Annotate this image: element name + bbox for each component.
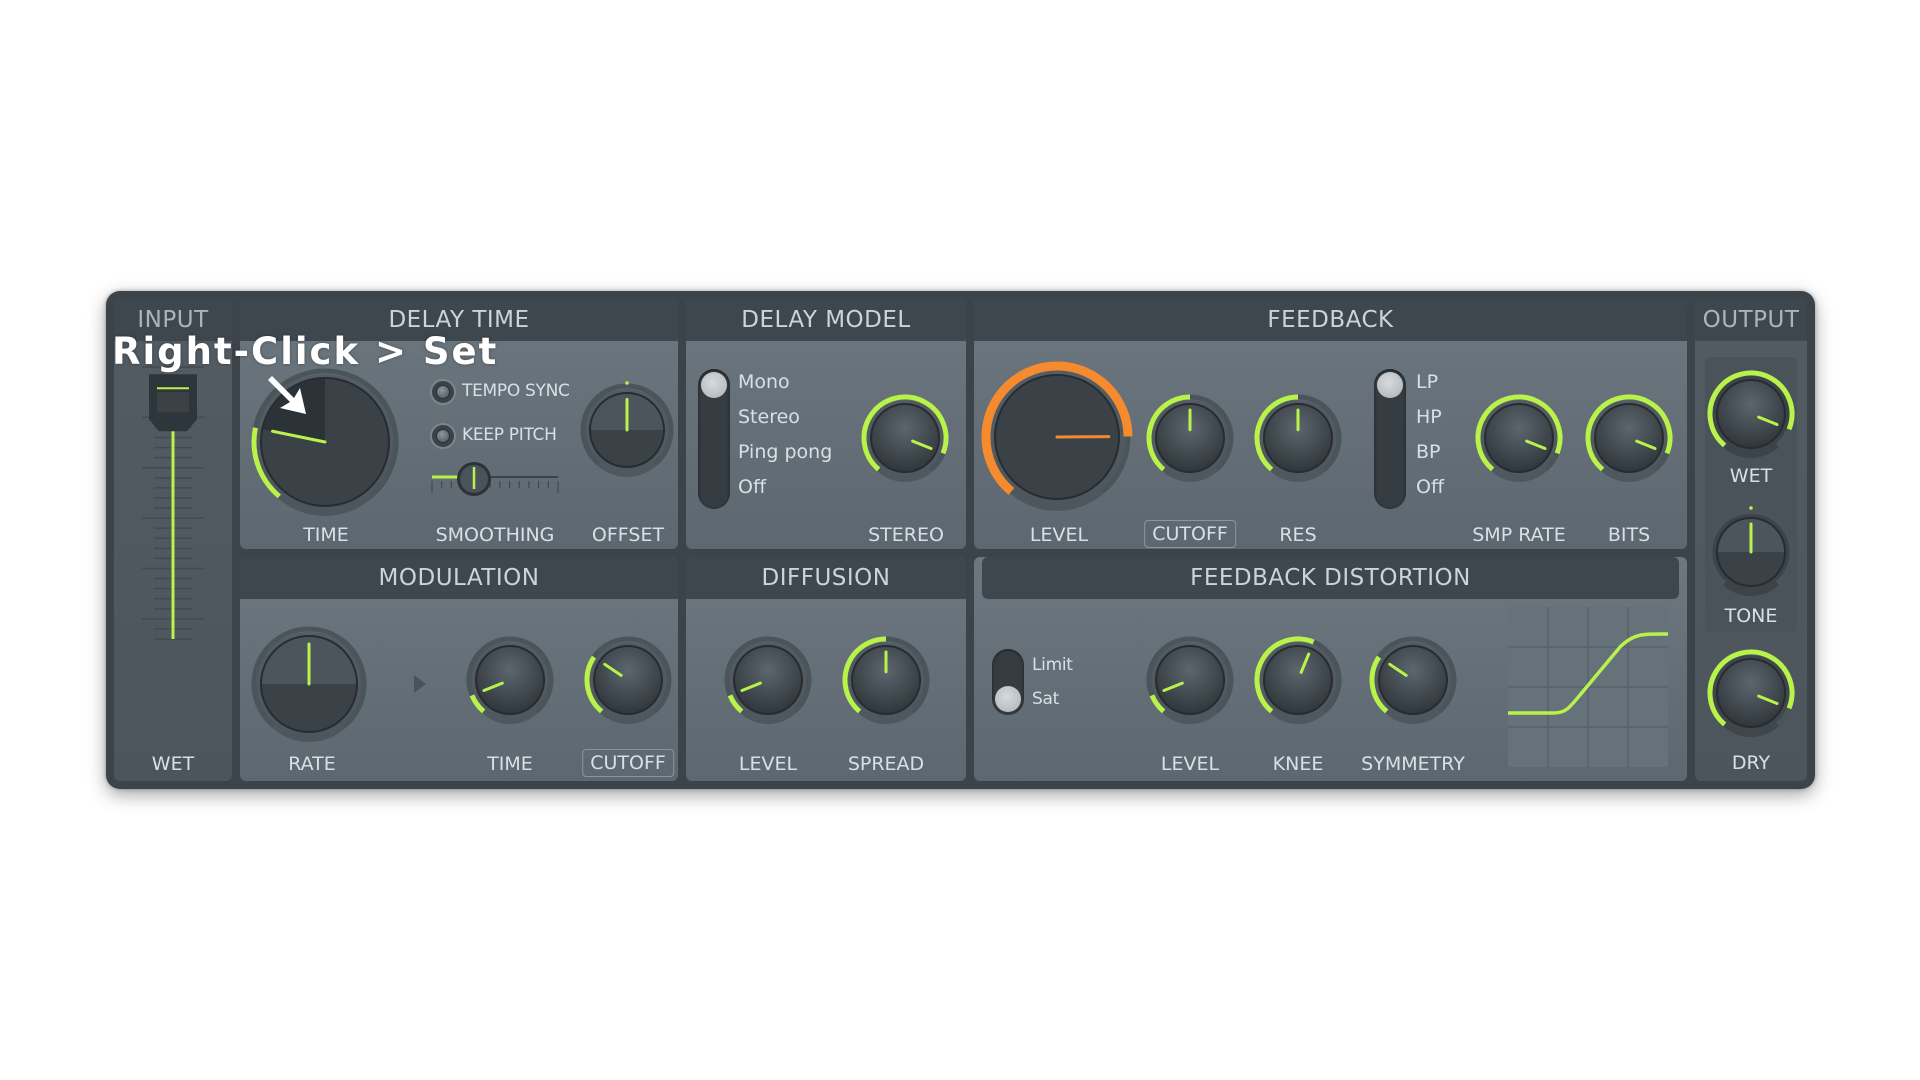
input-wet-label: WET bbox=[151, 753, 195, 775]
keep-pitch-label: KEEP PITCH bbox=[462, 425, 557, 445]
knob-body bbox=[1380, 647, 1446, 713]
bits-label: BITS bbox=[1607, 524, 1651, 546]
output-dry-knob[interactable] bbox=[1706, 648, 1796, 738]
delay-time-label: TIME bbox=[303, 524, 349, 546]
tone-knob[interactable] bbox=[1706, 506, 1796, 597]
knob-body bbox=[1718, 381, 1784, 447]
smoothing-thumb[interactable] bbox=[457, 462, 491, 496]
delay-model-option-off[interactable]: Off bbox=[738, 476, 766, 498]
tempo-sync-radio[interactable] bbox=[430, 379, 456, 405]
filter-option-lp[interactable]: LP bbox=[1416, 371, 1438, 393]
modulation-section: MODULATION RATE TIME CUTOFF bbox=[240, 557, 678, 781]
knob-body bbox=[735, 647, 801, 713]
delay-model-option-stereo[interactable]: Stereo bbox=[738, 406, 800, 428]
distortion-mode-switch[interactable] bbox=[992, 649, 1024, 715]
diffusion-header: DIFFUSION bbox=[686, 557, 966, 599]
output-wet-label: WET bbox=[1729, 465, 1773, 487]
feedback-res-knob[interactable] bbox=[1253, 393, 1343, 483]
smoothing-ticks bbox=[431, 481, 559, 493]
smp-rate-knob[interactable] bbox=[1474, 393, 1564, 483]
offset-knob[interactable] bbox=[579, 381, 675, 478]
feedback-level-knob[interactable] bbox=[981, 361, 1133, 512]
tone-label: TONE bbox=[1724, 605, 1778, 627]
knob-body bbox=[1718, 660, 1784, 726]
delay-model-option-ping-pong[interactable]: Ping pong bbox=[738, 441, 832, 463]
feedback-cutoff-knob[interactable] bbox=[1145, 393, 1235, 483]
filter-option-off[interactable]: Off bbox=[1416, 476, 1444, 498]
delay-model-switch-dot[interactable] bbox=[701, 372, 727, 398]
feedback-res-label: RES bbox=[1279, 524, 1317, 546]
diffusion-level-label: LEVEL bbox=[738, 753, 798, 775]
delay-model-section: DELAY MODEL Mono Stereo Ping pong Off ST… bbox=[686, 299, 966, 549]
diffusion-level-knob[interactable] bbox=[723, 635, 813, 725]
filter-option-bp[interactable]: BP bbox=[1416, 441, 1441, 463]
smp-rate-label: SMP RATE bbox=[1472, 524, 1566, 546]
bits-knob[interactable] bbox=[1584, 393, 1674, 483]
stereo-knob[interactable] bbox=[860, 393, 950, 483]
smoothing-slider[interactable] bbox=[430, 459, 560, 509]
mod-cutoff-label[interactable]: CUTOFF bbox=[582, 749, 674, 777]
knob-body bbox=[1596, 405, 1662, 471]
offset-label: OFFSET bbox=[591, 524, 665, 546]
feedback-distortion-header: FEEDBACK DISTORTION bbox=[982, 557, 1679, 599]
symmetry-label: SYMMETRY bbox=[1361, 753, 1465, 775]
feedback-header: FEEDBACK bbox=[974, 299, 1687, 341]
knee-knob[interactable] bbox=[1253, 635, 1343, 725]
input-wet-fader[interactable] bbox=[114, 347, 232, 707]
knob-body bbox=[1486, 405, 1552, 471]
play-triangle-icon[interactable] bbox=[414, 675, 428, 693]
distortion-mode-switch-dot[interactable] bbox=[995, 686, 1021, 712]
mod-rate-label: RATE bbox=[288, 753, 336, 775]
distortion-curve-graph bbox=[1508, 607, 1668, 767]
tempo-sync-label: TEMPO SYNC bbox=[462, 381, 570, 401]
diffusion-spread-knob[interactable] bbox=[841, 635, 931, 725]
arrow-down-right-icon bbox=[268, 376, 306, 414]
knob-center-dot bbox=[625, 381, 629, 385]
delay-model-switch[interactable] bbox=[698, 369, 730, 509]
output-header: OUTPUT bbox=[1695, 299, 1807, 341]
mod-time-knob[interactable] bbox=[465, 635, 555, 725]
distortion-level-label: LEVEL bbox=[1160, 753, 1220, 775]
distortion-mode-limit[interactable]: Limit bbox=[1032, 655, 1073, 675]
knee-label: KNEE bbox=[1272, 753, 1324, 775]
diffusion-spread-label: SPREAD bbox=[847, 753, 925, 775]
output-dry-label: DRY bbox=[1731, 752, 1771, 774]
knob-body bbox=[595, 647, 661, 713]
knob-body bbox=[872, 405, 938, 471]
delay-model-header: DELAY MODEL bbox=[686, 299, 966, 341]
diffusion-section: DIFFUSION LEVEL SPREAD bbox=[686, 557, 966, 781]
knob-body bbox=[1157, 647, 1223, 713]
feedback-cutoff-label[interactable]: CUTOFF bbox=[1144, 520, 1236, 548]
modulation-header: MODULATION bbox=[240, 557, 678, 599]
output-section: OUTPUT WET TONE DRY bbox=[1695, 299, 1807, 781]
filter-option-hp[interactable]: HP bbox=[1416, 406, 1442, 428]
symmetry-knob[interactable] bbox=[1368, 635, 1458, 725]
fader-handle[interactable] bbox=[149, 374, 197, 432]
feedback-filter-switch-dot[interactable] bbox=[1377, 372, 1403, 398]
right-click-annotation: Right-Click > Set bbox=[112, 330, 499, 373]
feedback-level-label: LEVEL bbox=[1029, 524, 1089, 546]
mod-time-label: TIME bbox=[487, 753, 533, 775]
feedback-distortion-section: FEEDBACK DISTORTION Limit Sat LEVEL KNEE… bbox=[974, 557, 1687, 781]
mod-cutoff-knob[interactable] bbox=[583, 635, 673, 725]
feedback-filter-switch[interactable] bbox=[1374, 369, 1406, 509]
knob-body bbox=[1265, 647, 1331, 713]
distortion-mode-sat[interactable]: Sat bbox=[1032, 689, 1059, 709]
smoothing-label: SMOOTHING bbox=[435, 524, 555, 546]
knob-center-dot bbox=[1749, 506, 1753, 510]
stereo-label: STEREO bbox=[868, 524, 944, 546]
output-wet-knob[interactable] bbox=[1706, 369, 1796, 459]
delay-model-option-mono[interactable]: Mono bbox=[738, 371, 790, 393]
feedback-section: FEEDBACK LP HP BP Off LEVEL CUTOFF RES S… bbox=[974, 299, 1687, 549]
distortion-level-knob[interactable] bbox=[1145, 635, 1235, 725]
knob-body bbox=[477, 647, 543, 713]
keep-pitch-radio[interactable] bbox=[430, 423, 456, 449]
mod-rate-knob[interactable] bbox=[250, 625, 368, 743]
